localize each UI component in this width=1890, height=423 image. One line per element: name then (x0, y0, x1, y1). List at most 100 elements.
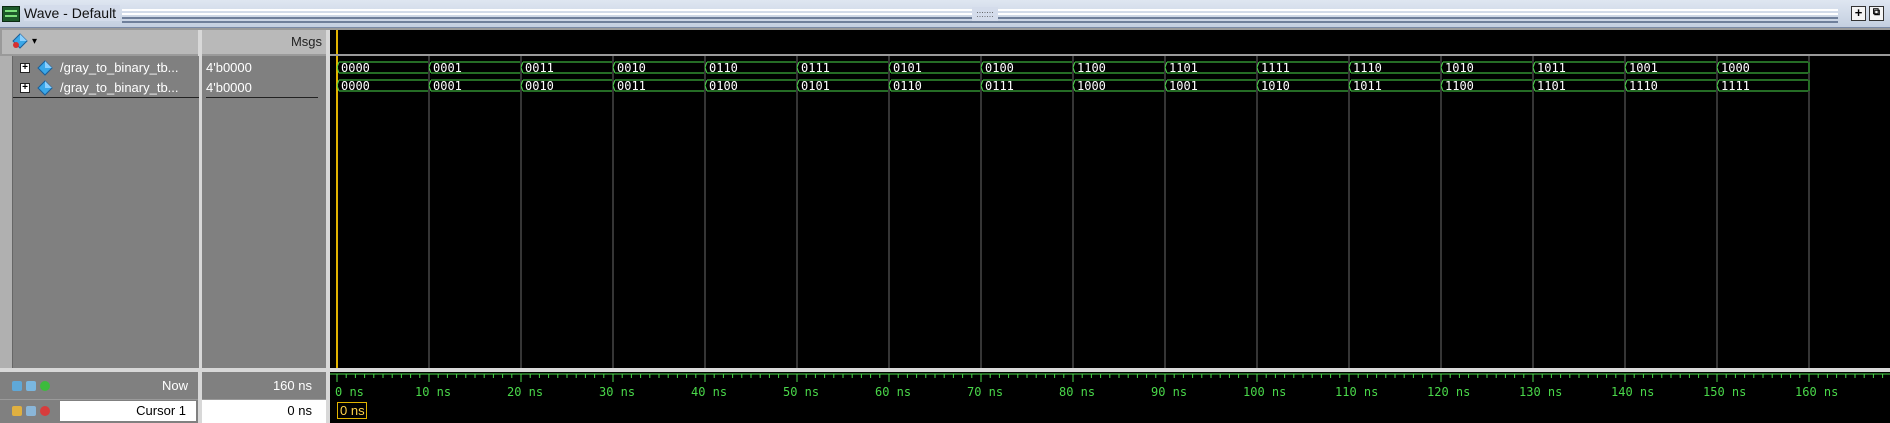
window-title: Wave - Default (24, 5, 121, 21)
now-row: Now (0, 372, 198, 399)
cursor-time-box[interactable]: 0 ns (337, 402, 367, 419)
waveform-value-label: 1111 (1261, 61, 1290, 75)
waveform-value-label: 1000 (1077, 79, 1106, 93)
now-value-cell: 160 ns (202, 372, 326, 399)
waveform-value-label: 0111 (801, 61, 830, 75)
cursor-value-cell: 0 ns (202, 400, 326, 423)
waveform-value-label: 1000 (1721, 61, 1750, 75)
lock-icon[interactable] (12, 406, 22, 416)
waveform-value-label: 0110 (893, 79, 922, 93)
waveform-value-label: 0010 (525, 79, 554, 93)
waveform-value-label: 0000 (341, 61, 370, 75)
ruler-tick-label: 30 ns (599, 385, 635, 399)
ruler-tick-label: 40 ns (691, 385, 727, 399)
waveform-value-label: 1100 (1077, 61, 1106, 75)
ruler-tick-label: 160 ns (1795, 385, 1838, 399)
now-label: Now (161, 378, 188, 393)
ruler-tick-label: 50 ns (783, 385, 819, 399)
waveform-value-label: 1010 (1445, 61, 1474, 75)
ruler-tick-label: 130 ns (1519, 385, 1562, 399)
waveform-value-label: 1101 (1169, 61, 1198, 75)
ruler-tick-label: 100 ns (1243, 385, 1286, 399)
signal-icon (37, 60, 53, 76)
row-underline (13, 97, 199, 98)
ruler-tick-label: 150 ns (1703, 385, 1746, 399)
signal-type-icon[interactable] (12, 33, 28, 49)
cursor-header-marker (336, 30, 338, 54)
ruler-tick-label: 140 ns (1611, 385, 1654, 399)
ruler-tick-label: 70 ns (967, 385, 1003, 399)
add-cursor-icon[interactable] (40, 381, 50, 391)
now-value: 160 ns (272, 378, 312, 393)
expand-icon[interactable]: + (20, 83, 30, 93)
cursor-label[interactable]: Cursor 1 (136, 403, 186, 418)
waveform-value-label: 1001 (1629, 61, 1658, 75)
signal-toolbar: ▾ (2, 30, 198, 54)
zoom-icon[interactable] (12, 381, 22, 391)
add-button[interactable]: + (1851, 6, 1866, 21)
signal-values-pane: 4'b0000 4'b0000 (202, 56, 326, 368)
chevron-down-icon[interactable]: ▾ (32, 36, 37, 47)
wave-header (330, 30, 1890, 54)
waveform-value-label: 1011 (1353, 79, 1382, 93)
ruler-tick-label: 80 ns (1059, 385, 1095, 399)
pencil-icon[interactable] (26, 406, 36, 416)
waveform-value-label: 0111 (985, 79, 1014, 93)
cursor-name-field[interactable]: Cursor 1 (60, 401, 196, 421)
ruler-tick-label: 60 ns (875, 385, 911, 399)
msgs-header: Msgs (202, 30, 326, 54)
drag-handle-icon[interactable]: ::::::: (972, 7, 998, 21)
waveform-value-label: 1110 (1629, 79, 1658, 93)
row-marker-strip (0, 56, 12, 368)
waveform-value-label: 0100 (985, 61, 1014, 75)
cursor-value: 0 ns (287, 403, 312, 418)
waveform-value-label: 0011 (617, 79, 646, 93)
undock-button[interactable]: ⧉ (1869, 6, 1884, 21)
waveform-value-label: 0101 (801, 79, 830, 93)
waveform-value-label: 1101 (1537, 79, 1566, 93)
ruler-tick-label: 120 ns (1427, 385, 1470, 399)
waveform-value-label: 1010 (1261, 79, 1290, 93)
signal-name[interactable]: /gray_to_binary_tb... (60, 60, 179, 75)
waveform-value-label: 0100 (709, 79, 738, 93)
waveform-value-label: 1011 (1537, 61, 1566, 75)
cursor-strip[interactable]: 0 ns (330, 400, 1890, 423)
waveform-canvas[interactable]: 0000 0001 0011 0010 0110 0111 0101 0100 1100 1101… (330, 56, 1890, 368)
signal-row[interactable]: + /gray_to_binary_tb... (13, 78, 199, 98)
waveform-value-label: 0101 (893, 61, 922, 75)
time-ruler[interactable]: 0 ns 10 ns 20 ns 30 ns 40 ns 50 ns 60 ns 70 ns 8… (330, 372, 1890, 400)
ruler-tick-label: 0 ns (335, 385, 364, 399)
delete-cursor-icon[interactable] (40, 406, 50, 416)
msgs-label: Msgs (290, 34, 322, 49)
ruler-tick-label: 10 ns (415, 385, 451, 399)
wave-window-icon (2, 6, 20, 22)
waveform-value-label: 1100 (1445, 79, 1474, 93)
ruler-tick-label: 110 ns (1335, 385, 1378, 399)
title-bar: Wave - Default ::::::: + ⧉ (0, 0, 1890, 28)
value-row: 4'b0000 (202, 78, 326, 98)
ruler-tick-label: 20 ns (507, 385, 543, 399)
layout-icon[interactable] (26, 381, 36, 391)
waveform-value-label: 0000 (341, 79, 370, 93)
signal-value: 4'b0000 (206, 80, 252, 95)
cursor-row: Cursor 1 (0, 400, 198, 423)
waveform-value-label: 0010 (617, 61, 646, 75)
waveform-value-label: 0011 (525, 61, 554, 75)
waveform-value-label: 0001 (433, 61, 462, 75)
waveform-value-label: 1111 (1721, 79, 1750, 93)
waveform-pane[interactable]: 0000 0001 0011 0010 0110 0111 0101 0100 1100 1101… (330, 56, 1890, 368)
time-ruler-ticks: 0 ns 10 ns 20 ns 30 ns 40 ns 50 ns 60 ns 70 ns 8… (330, 373, 1890, 399)
waveform-value-label: 0001 (433, 79, 462, 93)
value-row: 4'b0000 (202, 58, 326, 78)
signal-names-pane: + /gray_to_binary_tb... + /gray_to_binar… (12, 56, 199, 368)
row-underline (206, 97, 318, 98)
signal-name[interactable]: /gray_to_binary_tb... (60, 80, 179, 95)
signal-icon (37, 80, 53, 96)
signal-value: 4'b0000 (206, 60, 252, 75)
signal-row[interactable]: + /gray_to_binary_tb... (13, 58, 199, 78)
waveform-value-label: 1110 (1353, 61, 1382, 75)
expand-icon[interactable]: + (20, 63, 30, 73)
waveform-value-label: 0110 (709, 61, 738, 75)
ruler-tick-label: 90 ns (1151, 385, 1187, 399)
waveform-value-label: 1001 (1169, 79, 1198, 93)
